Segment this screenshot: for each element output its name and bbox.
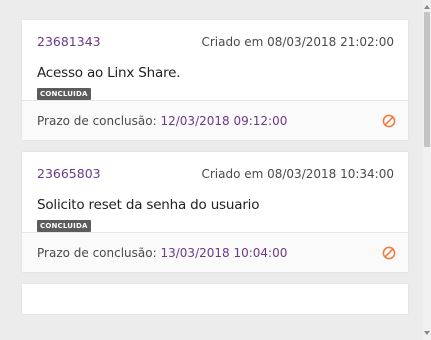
- deadline: Prazo de conclusão: 12/03/2018 09:12:00: [37, 114, 287, 128]
- status-badge: CONCLUIDA: [37, 220, 91, 232]
- deadline-value: 13/03/2018 10:04:00: [160, 245, 288, 260]
- deadline-label: Prazo de conclusão:: [37, 113, 157, 128]
- ticket-card[interactable]: 23681343 Criado em 08/03/2018 21:02:00 A…: [22, 20, 408, 140]
- deadline-value: 12/03/2018 09:12:00: [160, 113, 288, 128]
- ticket-id[interactable]: 23665803: [37, 166, 101, 181]
- ticket-card-footer: Prazo de conclusão: 12/03/2018 09:12:00: [22, 100, 408, 140]
- scrollbar-thumb[interactable]: [424, 12, 430, 147]
- created-date: Criado em 08/03/2018 10:34:00: [201, 167, 394, 181]
- deadline: Prazo de conclusão: 13/03/2018 10:04:00: [37, 246, 287, 260]
- deadline-label: Prazo de conclusão:: [37, 245, 157, 260]
- ticket-card[interactable]: [22, 284, 408, 314]
- ticket-card-footer: Prazo de conclusão: 13/03/2018 10:04:00: [22, 232, 408, 272]
- ticket-id[interactable]: 23681343: [37, 34, 101, 49]
- prohibited-icon: [382, 114, 396, 128]
- scroll-up-arrow-icon[interactable]: [424, 5, 430, 9]
- scrollbar[interactable]: [423, 0, 431, 340]
- status-badge: CONCLUIDA: [37, 88, 91, 100]
- ticket-card-header: 23665803 Criado em 08/03/2018 10:34:00 S…: [22, 152, 408, 232]
- scroll-down-arrow-icon[interactable]: [424, 331, 430, 335]
- ticket-title: Acesso ao Linx Share.: [37, 65, 181, 81]
- ticket-card[interactable]: 23665803 Criado em 08/03/2018 10:34:00 S…: [22, 152, 408, 272]
- ticket-title: Solicito reset da senha do usuario: [37, 197, 260, 213]
- ticket-card-header: 23681343 Criado em 08/03/2018 21:02:00 A…: [22, 20, 408, 100]
- prohibited-icon: [382, 246, 396, 260]
- ticket-list: 23681343 Criado em 08/03/2018 21:02:00 A…: [22, 20, 408, 326]
- created-date: Criado em 08/03/2018 21:02:00: [201, 35, 394, 49]
